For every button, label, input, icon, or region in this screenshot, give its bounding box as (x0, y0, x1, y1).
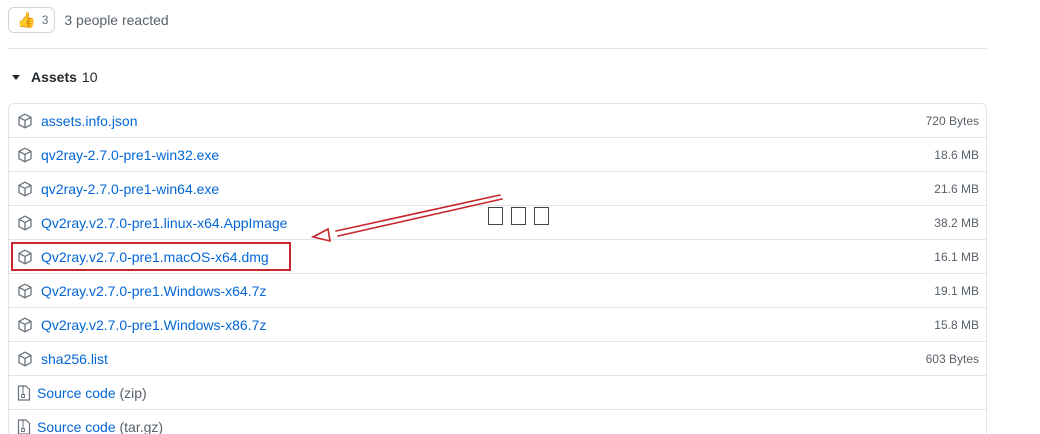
package-icon (18, 283, 32, 299)
missing-glyph-box (534, 207, 549, 225)
annotation-arrow (310, 194, 503, 243)
file-zip-icon (17, 419, 31, 434)
asset-size: 15.8 MB (934, 317, 979, 332)
asset-link[interactable]: qv2ray-2.7.0-pre1-win64.exe (41, 181, 219, 197)
missing-glyph-box (488, 207, 503, 225)
source-format: (tar.gz) (119, 418, 164, 434)
asset-link[interactable]: sha256.list (41, 351, 108, 367)
file-zip-icon (17, 385, 31, 401)
package-icon (18, 113, 32, 129)
asset-size: 18.6 MB (934, 147, 979, 162)
source-code-zip-link[interactable]: Source code (zip) (37, 385, 147, 401)
asset-link[interactable]: assets.info.json (41, 113, 138, 129)
release-assets-page: 👍 3 3 people reacted Assets 10 assets.in… (0, 0, 1040, 434)
source-format: (zip) (119, 384, 147, 401)
asset-size: 19.1 MB (934, 283, 979, 298)
thumbs-up-icon: 👍 (17, 11, 36, 29)
assets-toggle[interactable]: Assets 10 (8, 66, 98, 88)
package-icon (18, 147, 32, 163)
asset-size: 38.2 MB (934, 215, 979, 230)
source-label: Source code (37, 384, 116, 401)
asset-size: 720 Bytes (925, 113, 979, 128)
asset-row: assets.info.json 720 Bytes (9, 104, 986, 138)
source-row: Source code (zip) (9, 376, 986, 410)
asset-row: qv2ray-2.7.0-pre1-win32.exe 18.6 MB (9, 138, 986, 172)
asset-size: 603 Bytes (925, 351, 979, 366)
package-icon (18, 181, 32, 197)
package-icon (18, 317, 32, 333)
package-icon (18, 351, 32, 367)
highlight-box (11, 242, 291, 271)
asset-link[interactable]: Qv2ray.v2.7.0-pre1.linux-x64.AppImage (41, 215, 287, 231)
source-code-targz-link[interactable]: Source code (tar.gz) (37, 419, 163, 434)
source-row: Source code (tar.gz) (9, 410, 986, 434)
package-icon (18, 215, 32, 231)
asset-link[interactable]: qv2ray-2.7.0-pre1-win32.exe (41, 147, 219, 163)
missing-glyph-boxes (488, 207, 549, 225)
asset-size: 21.6 MB (934, 181, 979, 196)
reaction-summary: 3 people reacted (64, 12, 169, 28)
asset-row: Qv2ray.v2.7.0-pre1.Windows-x64.7z 19.1 M… (9, 274, 986, 308)
asset-link[interactable]: Qv2ray.v2.7.0-pre1.Windows-x64.7z (41, 283, 266, 299)
assets-title: Assets (31, 69, 77, 85)
missing-glyph-box (511, 207, 526, 225)
asset-link[interactable]: Qv2ray.v2.7.0-pre1.Windows-x86.7z (41, 317, 266, 333)
divider (8, 48, 987, 49)
asset-size: 16.1 MB (934, 249, 979, 264)
assets-count: 10 (81, 69, 98, 85)
caret-down-icon (12, 74, 20, 80)
reactions-bar: 👍 3 3 people reacted (8, 6, 169, 34)
reaction-count: 3 (41, 13, 49, 27)
thumbs-up-reaction-button[interactable]: 👍 3 (8, 7, 56, 33)
asset-row: Qv2ray.v2.7.0-pre1.Windows-x86.7z 15.8 M… (9, 308, 986, 342)
asset-row: sha256.list 603 Bytes (9, 342, 986, 376)
source-label: Source code (37, 418, 116, 434)
